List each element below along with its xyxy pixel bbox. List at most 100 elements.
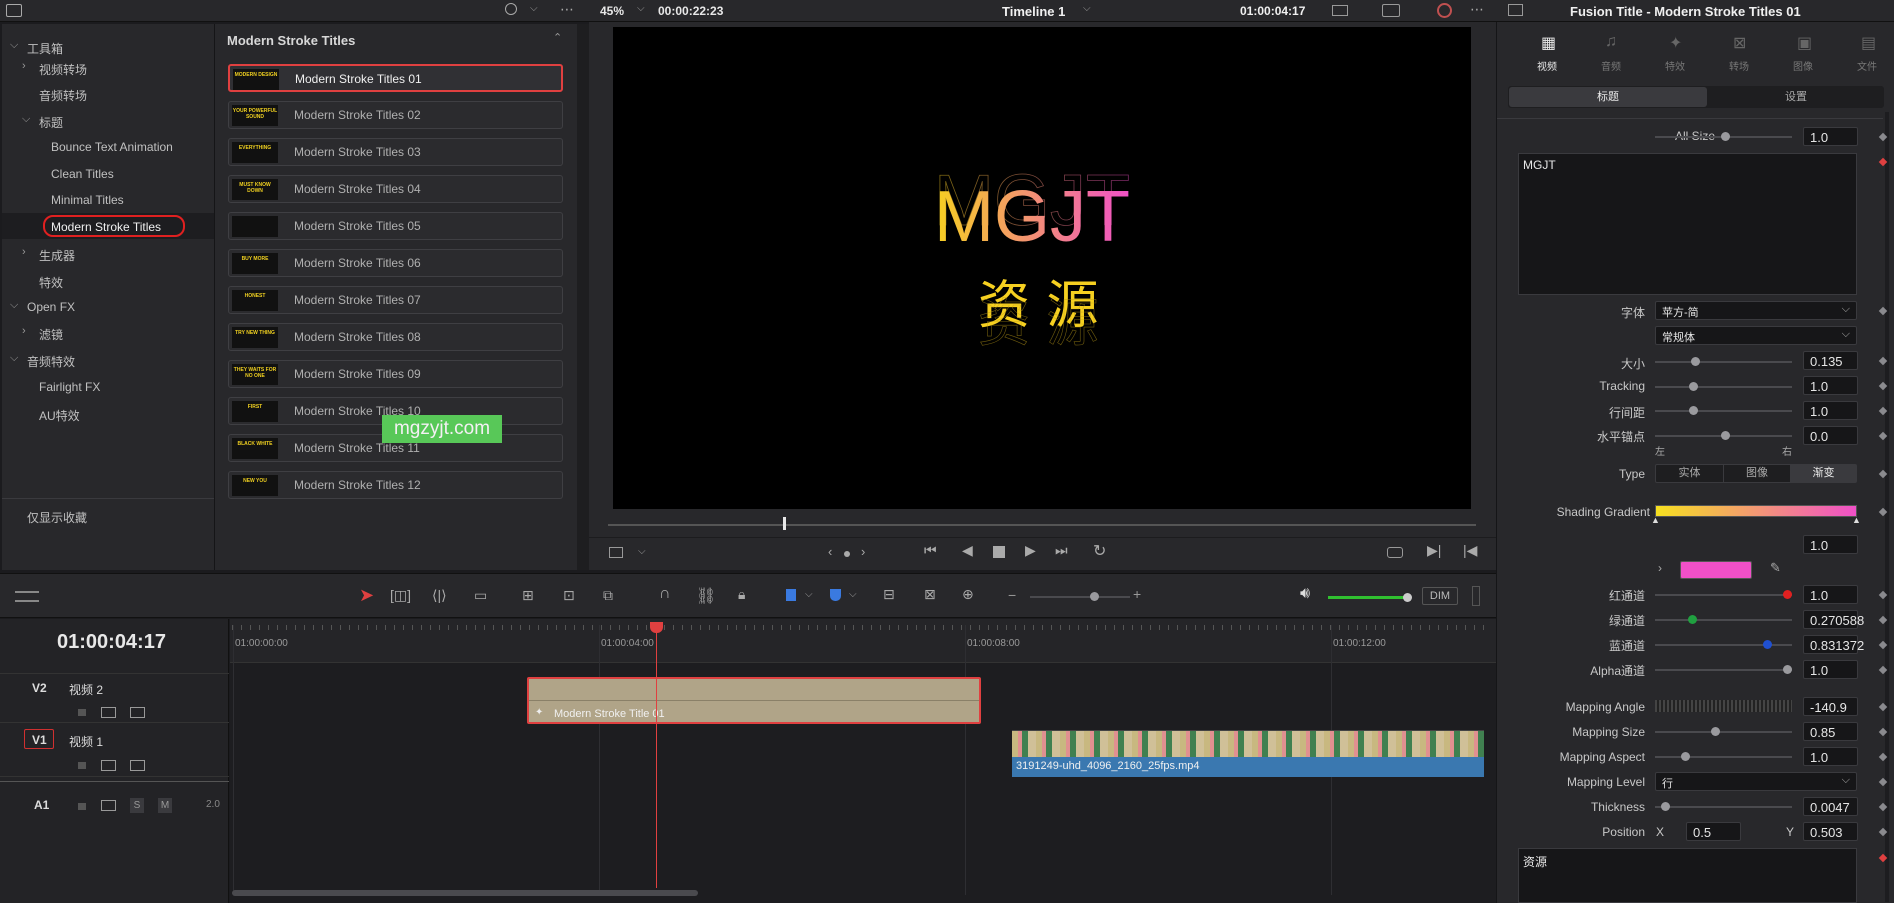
toolbox-item[interactable]: 音频特效 xyxy=(27,353,75,370)
alpha-channel-slider[interactable] xyxy=(1655,665,1792,674)
inspector-tab-4[interactable]: 图像 xyxy=(1771,58,1835,73)
mapping-size-slider[interactable] xyxy=(1655,727,1792,736)
tracking-slider[interactable] xyxy=(1655,382,1792,391)
library-item[interactable]: YOUR POWERFUL SOUND Modern Stroke Titles … xyxy=(228,101,563,129)
blue-channel-field[interactable]: 0.831372 xyxy=(1803,635,1864,654)
track-v1-id[interactable]: V1 xyxy=(32,733,47,747)
stop-icon[interactable] xyxy=(993,546,1005,558)
solo-button[interactable]: S xyxy=(130,798,144,813)
overwrite-clip-icon[interactable]: ⊡ xyxy=(563,587,575,604)
dim-button[interactable]: DIM xyxy=(1422,587,1458,605)
mute-button[interactable]: M xyxy=(158,798,172,813)
color-swatch[interactable] xyxy=(1680,561,1752,579)
inspector-tab-0[interactable]: 视频 xyxy=(1515,58,1579,73)
chevron-right-icon[interactable]: › xyxy=(22,246,26,258)
file-icon[interactable]: ▤ xyxy=(1861,33,1876,53)
link-icon[interactable]: ⛓ xyxy=(696,586,716,606)
video-icon[interactable]: ▦ xyxy=(1541,33,1556,53)
jump-end-icon[interactable]: ⏭ xyxy=(1055,542,1068,559)
play-icon[interactable]: ▶ xyxy=(1025,542,1036,559)
playhead-handle[interactable] xyxy=(650,622,663,633)
match-frame-icon[interactable] xyxy=(844,551,850,557)
custom-zoom-icon[interactable]: ⊕ xyxy=(962,586,974,603)
blade-tool-icon[interactable]: ▭ xyxy=(474,587,487,604)
timeline-name[interactable]: Timeline 1 xyxy=(1002,4,1065,19)
library-item[interactable]: Modern Stroke Titles 05 xyxy=(228,212,563,240)
toolbox-item[interactable]: Clean Titles xyxy=(51,167,114,181)
replace-clip-icon[interactable]: ⧉ xyxy=(603,587,613,604)
track-v2-id[interactable]: V2 xyxy=(32,681,47,695)
library-item[interactable]: MODERN DESIGN Modern Stroke Titles 01 xyxy=(228,64,563,92)
timeline-view-options-icon[interactable] xyxy=(15,591,39,602)
selection-tool-icon[interactable]: ➤ xyxy=(359,585,374,606)
type-solid[interactable]: 实体 xyxy=(1656,465,1723,482)
gradient-stop-left[interactable]: ▲ xyxy=(1651,515,1660,525)
next-edit-icon[interactable]: › xyxy=(861,544,865,559)
track-a1-id[interactable]: A1 xyxy=(34,798,49,812)
chevron-down-icon[interactable]: ⌵ xyxy=(22,113,30,126)
toolbox-item[interactable]: 特效 xyxy=(39,274,63,291)
viewer-mode-icon[interactable] xyxy=(1332,5,1348,16)
safe-area-dropdown-icon[interactable]: ⌵ xyxy=(638,546,646,557)
viewer-options-icon[interactable]: ⋯ xyxy=(1470,1,1484,18)
shading-gradient-bar[interactable] xyxy=(1655,505,1857,517)
toolbox-item[interactable]: 工具箱 xyxy=(27,40,63,57)
go-to-next-icon[interactable]: ▶| xyxy=(1427,542,1441,559)
library-item[interactable]: BUY MORE Modern Stroke Titles 06 xyxy=(228,249,563,277)
marker-icon[interactable] xyxy=(830,589,841,601)
timeline-scrollbar[interactable] xyxy=(232,890,698,896)
dynamic-trim-icon[interactable]: ⟨|⟩ xyxy=(432,587,447,604)
toolbox-item[interactable]: 音频转场 xyxy=(39,87,87,104)
text2-input[interactable]: 资源 xyxy=(1518,848,1857,903)
playhead[interactable] xyxy=(656,623,657,888)
toolbox-item[interactable]: 滤镜 xyxy=(39,326,63,343)
search-dropdown-icon[interactable]: ⌵ xyxy=(530,3,538,14)
library-item[interactable]: TRY NEW THING Modern Stroke Titles 08 xyxy=(228,323,563,351)
go-to-prev-icon[interactable]: |◀ xyxy=(1463,542,1477,559)
thickness-slider[interactable] xyxy=(1655,802,1792,811)
all-size-field[interactable]: 1.0 xyxy=(1803,127,1858,146)
toolbox-item[interactable]: Fairlight FX xyxy=(39,380,100,394)
chevron-down-icon[interactable]: ⌵ xyxy=(10,352,18,365)
mapping-angle-field[interactable]: -140.9 xyxy=(1803,697,1858,716)
h-anchor-field[interactable]: 0.0 xyxy=(1803,426,1858,445)
prev-edit-icon[interactable]: ‹ xyxy=(828,544,832,559)
detail-zoom-icon[interactable]: ⊠ xyxy=(924,586,936,603)
library-item[interactable]: THEY WAITS FOR NO ONE Modern Stroke Title… xyxy=(228,360,563,388)
green-channel-slider[interactable] xyxy=(1655,615,1792,624)
lock-icon[interactable]: 🔒︎ xyxy=(738,586,745,603)
size-slider[interactable] xyxy=(1655,357,1792,366)
shading-value-field[interactable]: 1.0 xyxy=(1803,535,1858,554)
zoom-level[interactable]: 45% xyxy=(600,4,624,18)
volume-icon[interactable]: 🔊︎ xyxy=(1300,585,1310,603)
thickness-field[interactable]: 0.0047 xyxy=(1803,797,1858,816)
auto-track-icon[interactable] xyxy=(101,760,116,771)
expand-chevron-icon[interactable]: › xyxy=(1658,561,1662,575)
volume-slider[interactable] xyxy=(1328,593,1412,602)
inspector-icon[interactable] xyxy=(1508,4,1523,16)
jump-start-icon[interactable]: ⏮ xyxy=(924,542,937,559)
mapping-level-select[interactable]: 行 ⌵ xyxy=(1655,772,1857,791)
all-size-slider[interactable] xyxy=(1655,132,1792,141)
marker-dropdown-icon[interactable]: ⌵ xyxy=(849,589,857,600)
collapse-icon[interactable]: ⌃ xyxy=(553,31,562,44)
inspector-tab-1[interactable]: 音频 xyxy=(1579,58,1643,73)
library-item[interactable]: EVERYTHING Modern Stroke Titles 03 xyxy=(228,138,563,166)
inspector-tab-5[interactable]: 文件 xyxy=(1835,58,1894,73)
scrubber-bar[interactable] xyxy=(608,524,1476,526)
tab-title[interactable]: 标题 xyxy=(1509,87,1707,107)
chevron-down-icon[interactable]: ⌵ xyxy=(10,299,18,312)
inspector-tab-3[interactable]: 转场 xyxy=(1707,58,1771,73)
mapping-aspect-field[interactable]: 1.0 xyxy=(1803,747,1858,766)
toolbox-item[interactable]: 标题 xyxy=(39,114,63,131)
h-anchor-slider[interactable] xyxy=(1655,431,1792,440)
toolbox-item[interactable]: 视频转场 xyxy=(39,61,87,78)
zoom-out-icon[interactable]: − xyxy=(1008,587,1016,603)
library-item[interactable]: NEW YOU Modern Stroke Titles 12 xyxy=(228,471,563,499)
lock-icon[interactable] xyxy=(78,803,86,810)
library-item[interactable]: MUST KNOW DOWN Modern Stroke Titles 04 xyxy=(228,175,563,203)
track-visibility-icon[interactable] xyxy=(130,707,145,718)
position-y-field[interactable]: 0.503 xyxy=(1803,822,1858,841)
green-channel-field[interactable]: 0.270588 xyxy=(1803,610,1864,629)
track-visibility-icon[interactable] xyxy=(130,760,145,771)
